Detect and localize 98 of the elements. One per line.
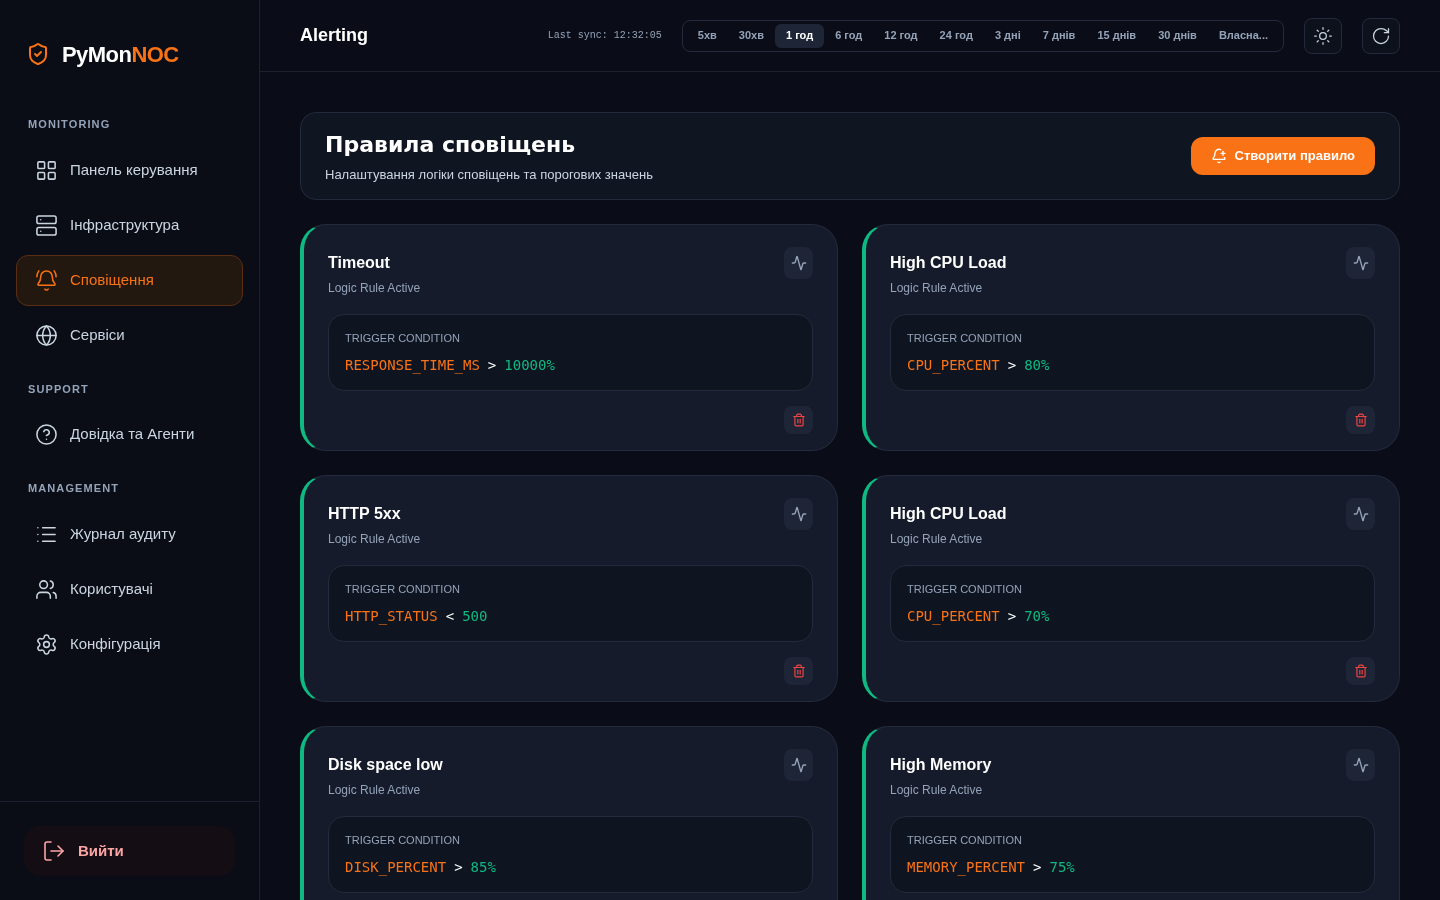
server-icon <box>35 213 58 237</box>
shield-icon <box>26 42 50 66</box>
page-heading: Alerting <box>300 24 368 47</box>
rule-name: High CPU Load <box>890 253 1007 273</box>
trash-icon <box>1353 413 1368 427</box>
grid-icon <box>35 158 58 182</box>
metric-name: MEMORY_PERCENT <box>907 857 1025 878</box>
brand-logo: PyMonNOC <box>62 40 179 69</box>
section-heading: MANAGEMENT <box>27 481 121 496</box>
metric-name: DISK_PERCENT <box>345 857 447 878</box>
pulse-icon <box>790 506 807 522</box>
metric-name: CPU_PERCENT <box>907 355 1000 376</box>
rule-status: Logic Rule Active <box>328 531 421 548</box>
activity-button[interactable] <box>784 247 813 279</box>
delete-button[interactable] <box>784 406 813 434</box>
time-range-tab[interactable]: 15 днів <box>1086 23 1148 48</box>
time-range-tab[interactable]: 5хв <box>686 23 728 48</box>
sidebar-item[interactable]: Користувачі <box>16 563 243 615</box>
condition-label: TRIGGER CONDITION <box>345 331 461 346</box>
rule-status: Logic Rule Active <box>890 782 984 799</box>
threshold-value: 75% <box>1049 857 1075 877</box>
operator: > <box>1033 857 1042 877</box>
condition-label: TRIGGER CONDITION <box>907 582 1023 597</box>
rule-name: High CPU Load <box>890 504 1007 524</box>
bell-icon <box>35 268 58 292</box>
trash-icon <box>791 664 806 678</box>
activity-button[interactable] <box>784 749 813 781</box>
rule-status: Logic Rule Active <box>890 531 984 548</box>
threshold-value: 500 <box>462 606 488 626</box>
time-range-tab[interactable]: 7 днів <box>1031 23 1087 48</box>
condition-label: TRIGGER CONDITION <box>345 833 461 848</box>
pulse-icon <box>790 255 807 271</box>
theme-button[interactable] <box>1304 17 1342 54</box>
sidebar-item[interactable]: Журнал аудиту <box>16 508 243 560</box>
operator: > <box>454 857 463 877</box>
pulse-icon <box>1352 255 1369 271</box>
section-heading: MONITORING <box>27 117 112 132</box>
rule-name: HTTP 5xx <box>328 504 402 524</box>
time-range-tab[interactable]: 30хв <box>727 23 775 48</box>
logout-button[interactable]: Вийти <box>24 826 235 876</box>
time-range-tab[interactable]: 30 днів <box>1147 23 1208 48</box>
sidebar-item[interactable]: Конфігурація <box>16 618 243 670</box>
threshold-value: 10000% <box>504 355 555 375</box>
time-range-tab[interactable]: 12 год <box>873 23 929 48</box>
operator: > <box>1007 606 1017 626</box>
sidebar-item[interactable]: Панель керування <box>16 144 243 196</box>
metric-name: HTTP_STATUS <box>345 606 438 627</box>
time-range-tab[interactable]: 1 год <box>774 23 825 48</box>
delete-button[interactable] <box>1346 657 1375 685</box>
delete-button[interactable] <box>1346 406 1375 434</box>
sidebar-item[interactable]: Сповіщення <box>16 254 243 306</box>
operator: > <box>487 355 497 375</box>
metric-name: CPU_PERCENT <box>907 606 1000 627</box>
delete-button[interactable] <box>784 657 813 685</box>
users-icon <box>35 577 58 601</box>
page-subtitle: Налаштування логіки сповіщень та порогових значень <box>325 165 653 184</box>
refresh-icon <box>1371 25 1391 46</box>
threshold-value: 70% <box>1024 606 1050 626</box>
time-range-tab[interactable]: Власна... <box>1207 23 1279 48</box>
condition-label: TRIGGER CONDITION <box>345 582 461 597</box>
help-icon <box>35 423 58 446</box>
globe-icon <box>35 323 58 347</box>
time-range-tab[interactable]: 24 год <box>928 23 984 48</box>
threshold-value: 85% <box>470 857 496 877</box>
activity-button[interactable] <box>1346 247 1375 279</box>
activity-button[interactable] <box>1346 498 1375 530</box>
sidebar-item[interactable]: Сервіси <box>16 309 243 361</box>
activity-button[interactable] <box>1346 749 1375 781</box>
threshold-value: 80% <box>1024 355 1050 375</box>
rule-status: Logic Rule Active <box>328 782 422 799</box>
sidebar-item[interactable]: Інфраструктура <box>16 199 243 251</box>
logout-icon <box>42 839 66 863</box>
section-heading: SUPPORT <box>27 381 90 397</box>
pulse-icon <box>790 757 807 773</box>
rule-name: High Memory <box>890 755 992 775</box>
pulse-icon <box>1352 506 1369 522</box>
metric-name: RESPONSE_TIME_MS <box>345 355 480 376</box>
rule-status: Logic Rule Active <box>890 280 984 297</box>
condition-label: TRIGGER CONDITION <box>907 833 1023 848</box>
activity-button[interactable] <box>784 498 813 530</box>
settings-icon <box>35 632 58 656</box>
time-range-tab[interactable]: 3 дні <box>983 23 1032 48</box>
trash-icon <box>1353 664 1368 678</box>
rule-name: Disk space low <box>328 755 443 775</box>
bell-plus-icon <box>1210 148 1227 164</box>
pulse-icon <box>1352 757 1369 773</box>
refresh-button[interactable] <box>1362 17 1400 54</box>
trash-icon <box>791 413 806 427</box>
rule-status: Logic Rule Active <box>328 280 421 297</box>
page-title: Правила сповіщень <box>325 130 577 159</box>
sidebar-item[interactable]: Довідка та Агенти <box>16 409 243 460</box>
sun-icon <box>1313 25 1333 46</box>
operator: > <box>1007 355 1017 375</box>
operator: < <box>445 606 455 626</box>
rule-name: Timeout <box>328 253 391 273</box>
last-sync: Last sync: 12:32:05 <box>547 29 662 43</box>
time-range-tab[interactable]: 6 год <box>824 23 874 48</box>
condition-label: TRIGGER CONDITION <box>907 331 1023 346</box>
